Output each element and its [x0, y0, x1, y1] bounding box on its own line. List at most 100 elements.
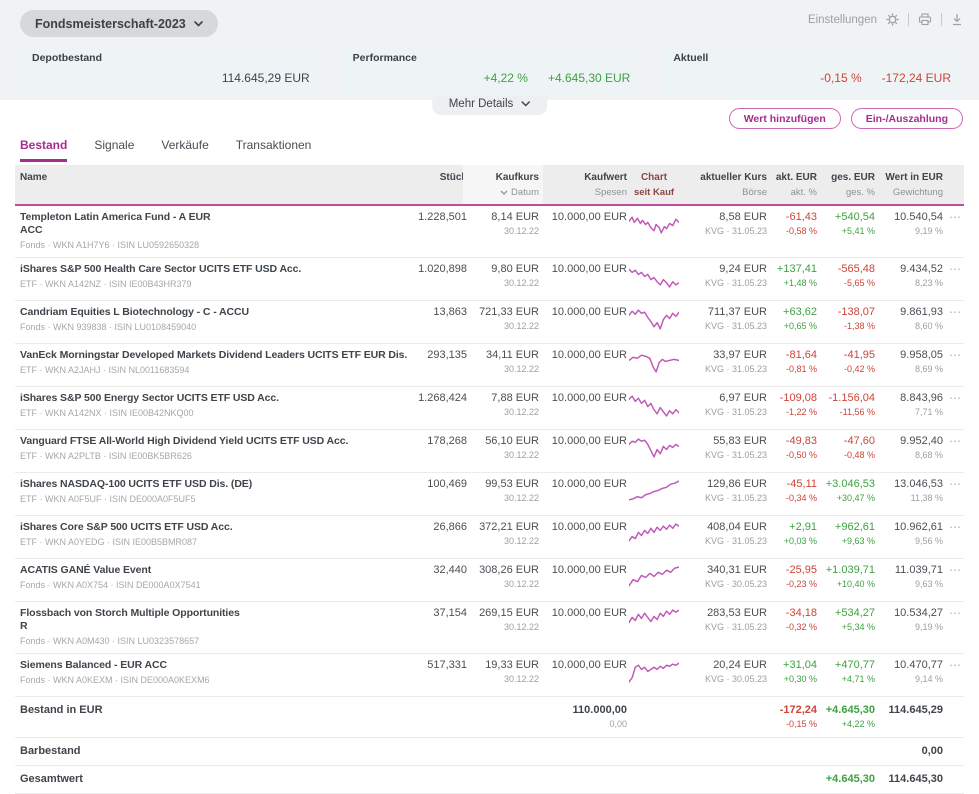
fund-name: iShares S&P 500 Energy Sector UCITS ETF …: [20, 392, 279, 404]
card-label: Depotbestand: [32, 52, 103, 64]
fund-name-cell[interactable]: ACATIS GANÉ Value Event Fonds · WKN A0X7…: [20, 564, 399, 591]
tab[interactable]: Signale: [94, 138, 134, 162]
gear-icon[interactable]: [886, 13, 899, 26]
fund-name: iShares NASDAQ-100 UCITS ETF USD Dis. (D…: [20, 478, 253, 490]
more-details-label: Mehr Details: [448, 98, 514, 110]
gesamtwert-row: Gesamtwert +4.645,30 114.645,30: [15, 766, 964, 794]
col-kurs[interactable]: aktueller Kurs Börse: [681, 172, 767, 198]
row-menu-button[interactable]: ⋯: [943, 521, 962, 534]
fund-name-cell[interactable]: iShares NASDAQ-100 UCITS ETF USD Dis. (D…: [20, 478, 399, 505]
col-ges[interactable]: ges. EUR ges. %: [817, 172, 875, 198]
fund-meta: ETF · WKN A142NX · ISIN IE00B42NKQ00: [20, 408, 194, 418]
stueck-cell: 26,866: [433, 521, 467, 533]
row-menu-button[interactable]: ⋯: [943, 607, 962, 620]
kurs-cell: 9,24 EUR KVG · 31.05.23: [704, 263, 767, 288]
fund-name: Siemens Balanced - EUR ACC: [20, 659, 167, 671]
gesamtwert-wert: 114.645,30: [888, 773, 943, 785]
fund-name-cell[interactable]: iShares S&P 500 Energy Sector UCITS ETF …: [20, 392, 399, 419]
fund-name-cell[interactable]: Flossbach von Storch Multiple Opportunit…: [20, 607, 399, 647]
fund-name-cell[interactable]: Vanguard FTSE All-World High Dividend Yi…: [20, 435, 399, 462]
row-menu-button[interactable]: ⋯: [943, 435, 962, 448]
wert-cell: 9.434,52 8,23 %: [900, 263, 943, 288]
col-stueck[interactable]: Stück: [399, 172, 467, 184]
fund-meta: ETF · WKN A2PLTB · ISIN IE00BK5BR626: [20, 451, 192, 461]
row-menu-button[interactable]: ⋯: [943, 349, 962, 362]
sparkline-chart[interactable]: [627, 659, 681, 690]
col-chart[interactable]: Chart seit Kauf: [627, 172, 681, 198]
sparkline-chart[interactable]: [627, 478, 681, 509]
sparkline-chart[interactable]: [627, 564, 681, 595]
settings-label[interactable]: Einstellungen: [808, 14, 877, 26]
row-menu-button[interactable]: ⋯: [943, 564, 962, 577]
kaufkurs-cell: 34,11 EUR 30.12.22: [486, 349, 539, 374]
fund-name: VanEck Morningstar Developed Markets Div…: [20, 349, 408, 361]
fund-meta: ETF · WKN A0YEDG · ISIN IE00B5BMR087: [20, 537, 198, 547]
download-icon[interactable]: [951, 13, 963, 26]
kurs-cell: 711,37 EUR KVG · 31.05.23: [704, 306, 767, 331]
sparkline-chart[interactable]: [627, 349, 681, 380]
sparkline-chart[interactable]: [627, 392, 681, 423]
kaufkurs-cell: 7,88 EUR 30.12.22: [491, 392, 539, 417]
wert-cell: 9.861,93 8,60 %: [900, 306, 943, 331]
aktuell-value: -172,24 EUR: [881, 71, 952, 85]
fund-name: Vanguard FTSE All-World High Dividend Yi…: [20, 435, 349, 447]
sparkline-chart[interactable]: [627, 435, 681, 466]
fund-meta: ETF · WKN A142NZ · ISIN IE00B43HR379: [20, 279, 192, 289]
fund-name-cell[interactable]: Candriam Equities L Biotechnology - C - …: [20, 306, 399, 333]
row-menu-button[interactable]: ⋯: [943, 263, 962, 276]
kaufwert-cell: 10.000,00 EUR: [551, 435, 627, 447]
tab[interactable]: Verkäufe: [161, 138, 208, 162]
settings-bar: Einstellungen: [808, 13, 963, 26]
fund-name-cell[interactable]: iShares Core S&P 500 UCITS ETF USD Acc. …: [20, 521, 399, 548]
tab[interactable]: Transaktionen: [236, 138, 312, 162]
chevron-down-icon: [521, 101, 531, 107]
sparkline-chart[interactable]: [627, 263, 681, 294]
fund-name: iShares Core S&P 500 UCITS ETF USD Acc.: [20, 521, 233, 533]
wert-cell: 8.843,96 7,71 %: [900, 392, 943, 417]
akt-eur-cell: -34,18 -0,32 %: [785, 607, 817, 632]
col-kaufkurs[interactable]: Kaufkurs Datum: [463, 165, 543, 204]
printer-icon[interactable]: [918, 13, 932, 26]
row-menu-button[interactable]: ⋯: [943, 211, 962, 224]
row-menu-button[interactable]: ⋯: [943, 306, 962, 319]
depot-balance-value: 114.645,29 EUR: [221, 71, 310, 85]
fund-name-cell[interactable]: Siemens Balanced - EUR ACC Fonds · WKN A…: [20, 659, 399, 686]
portfolio-selector[interactable]: Fondsmeisterschaft-2023: [20, 10, 218, 37]
kaufwert-cell: 10.000,00 EUR: [551, 478, 627, 490]
header: Fondsmeisterschaft-2023 Einstellungen De…: [0, 0, 979, 134]
action-button[interactable]: Wert hinzufügen: [728, 108, 841, 129]
col-wert[interactable]: Wert in EUR Gewichtung: [875, 172, 943, 198]
kurs-cell: 33,97 EUR KVG · 31.05.23: [704, 349, 767, 374]
col-kaufwert[interactable]: Kaufwert Spesen: [539, 172, 627, 198]
fund-meta: Fonds · WKN 939838 · ISIN LU0108459040: [20, 322, 197, 332]
fund-name-cell[interactable]: VanEck Morningstar Developed Markets Div…: [20, 349, 408, 376]
chevron-down-icon: [193, 20, 203, 27]
summary-akt: -172,24 -0,15 %: [779, 704, 817, 729]
kaufkurs-cell: 19,33 EUR 30.12.22: [485, 659, 539, 684]
summary-wert: 114.645,29: [888, 704, 943, 716]
table-row: ACATIS GANÉ Value Event Fonds · WKN A0X7…: [15, 559, 964, 602]
sparkline-chart[interactable]: [627, 306, 681, 337]
fund-name-cell[interactable]: Templeton Latin America Fund - A EUR ACC…: [20, 211, 399, 251]
kaufkurs-cell: 56,10 EUR 30.12.22: [485, 435, 539, 460]
sparkline-chart[interactable]: [627, 211, 681, 242]
tab-bar: Bestand Signale Verkäufe Transaktionen: [0, 134, 979, 162]
row-menu-button[interactable]: ⋯: [943, 478, 962, 491]
sparkline-chart[interactable]: [627, 607, 681, 638]
ges-eur-cell: -565,48 -5,65 %: [837, 263, 875, 288]
wert-cell: 9.958,05 8,69 %: [900, 349, 943, 374]
akt-eur-cell: -45,11 -0,34 %: [785, 478, 817, 503]
row-menu-button[interactable]: ⋯: [943, 392, 962, 405]
action-button[interactable]: Ein-/Auszahlung: [850, 108, 963, 129]
fund-name-cell[interactable]: iShares S&P 500 Health Care Sector UCITS…: [20, 263, 399, 290]
col-name[interactable]: Name: [20, 172, 399, 184]
row-menu-button[interactable]: ⋯: [943, 659, 962, 672]
performance-pct: +4,22 %: [483, 71, 528, 85]
tab[interactable]: Bestand: [20, 138, 68, 162]
col-akt[interactable]: akt. EUR akt. %: [767, 172, 817, 198]
action-buttons: Wert hinzufügen Ein-/Auszahlung: [728, 108, 963, 129]
more-details-button[interactable]: Mehr Details: [431, 96, 548, 115]
sparkline-chart[interactable]: [627, 521, 681, 552]
akt-eur-cell: +2,91 +0,03 %: [783, 521, 817, 546]
performance-value: +4.645,30 EUR: [547, 71, 631, 85]
